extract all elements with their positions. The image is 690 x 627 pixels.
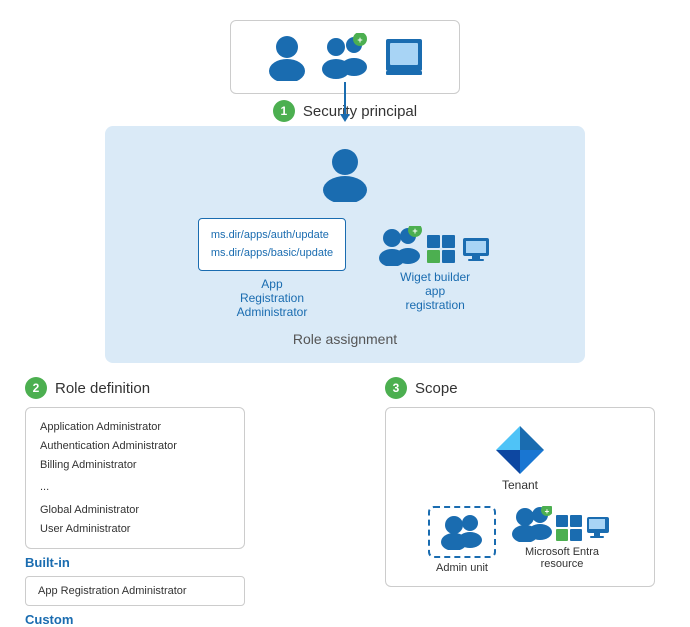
scope-section: 3 Scope Tenant xyxy=(385,377,665,627)
custom-box: App Registration Administrator xyxy=(25,576,245,606)
scope-label: Scope xyxy=(415,380,458,397)
scope-header: 3 Scope xyxy=(385,377,458,399)
builtin-item-4: Global Administrator xyxy=(40,501,230,520)
admin-unit-label: Admin unit xyxy=(436,562,488,574)
single-user-icon xyxy=(266,33,308,81)
builtin-item-3: Billing Administrator xyxy=(40,456,230,475)
diagram-container: + 1 Security principal ms.dir/ap xyxy=(0,0,690,619)
wiget-monitor-icon xyxy=(462,236,492,266)
wiget-builder-area: + xyxy=(378,226,492,312)
ms-entra-monitor-icon xyxy=(586,516,612,542)
svg-text:+: + xyxy=(413,226,418,236)
role-definition-label: Role definition xyxy=(55,380,150,397)
scope-bottom-row: Admin unit + xyxy=(428,506,612,574)
svg-text:+: + xyxy=(545,507,550,516)
ms-entra-person-icon: + xyxy=(512,506,552,542)
role-permissions-box: ms.dir/apps/auth/update ms.dir/apps/basi… xyxy=(198,218,346,271)
ms-entra-item: + xyxy=(512,506,612,570)
admin-unit-icon xyxy=(440,514,484,550)
wiget-person-icon: + xyxy=(378,226,422,266)
circle-1: 1 xyxy=(273,100,295,122)
wiget-builder-label: Wiget builderapp registration xyxy=(395,270,475,312)
tenant-diamond-icon xyxy=(494,424,546,476)
builtin-item-5: User Administrator xyxy=(40,520,230,539)
scope-inner: Tenant Admin unit xyxy=(385,407,655,587)
ms-entra-label: Microsoft Entraresource xyxy=(525,546,599,570)
circle-2: 2 xyxy=(25,377,47,399)
security-principal-text: Security principal xyxy=(303,103,417,120)
role-permission-2: ms.dir/apps/basic/update xyxy=(211,247,333,259)
admin-unit-item: Admin unit xyxy=(428,506,496,574)
role-assignment-inner: ms.dir/apps/auth/update ms.dir/apps/basi… xyxy=(198,218,492,319)
role-definition-section: 2 Role definition Application Administra… xyxy=(25,377,255,627)
admin-unit-box xyxy=(428,506,496,558)
role-person-icon xyxy=(319,146,371,202)
tenant-label: Tenant xyxy=(502,478,538,492)
bottom-section: 2 Role definition Application Administra… xyxy=(25,377,665,627)
role-assignment-label: Role assignment xyxy=(293,331,397,347)
security-principal-label: 1 Security principal xyxy=(273,100,417,122)
ms-entra-grid-icon xyxy=(555,514,583,542)
security-principal-box: + xyxy=(230,20,460,94)
builtin-label: Built-in xyxy=(25,555,70,570)
role-definition-header: 2 Role definition xyxy=(25,377,150,399)
svg-text:+: + xyxy=(357,35,362,45)
group-user-icon: + xyxy=(320,33,372,81)
role-assignment-box: ms.dir/apps/auth/update ms.dir/apps/basi… xyxy=(105,126,585,363)
builtin-item-1: Application Administrator xyxy=(40,418,230,437)
builtin-box: Application Administrator Authentication… xyxy=(25,407,245,549)
app-reg-admin-label: App Registration Administrator xyxy=(232,277,312,319)
builtin-item-2: Authentication Administrator xyxy=(40,437,230,456)
custom-box-text: App Registration Administrator xyxy=(38,585,187,597)
custom-label: Custom xyxy=(25,612,73,627)
builtin-dots: ... xyxy=(40,478,230,497)
role-permission-1: ms.dir/apps/auth/update xyxy=(211,229,329,241)
wiget-grid-icon xyxy=(426,234,458,266)
app-icon xyxy=(384,37,424,77)
circle-3: 3 xyxy=(385,377,407,399)
